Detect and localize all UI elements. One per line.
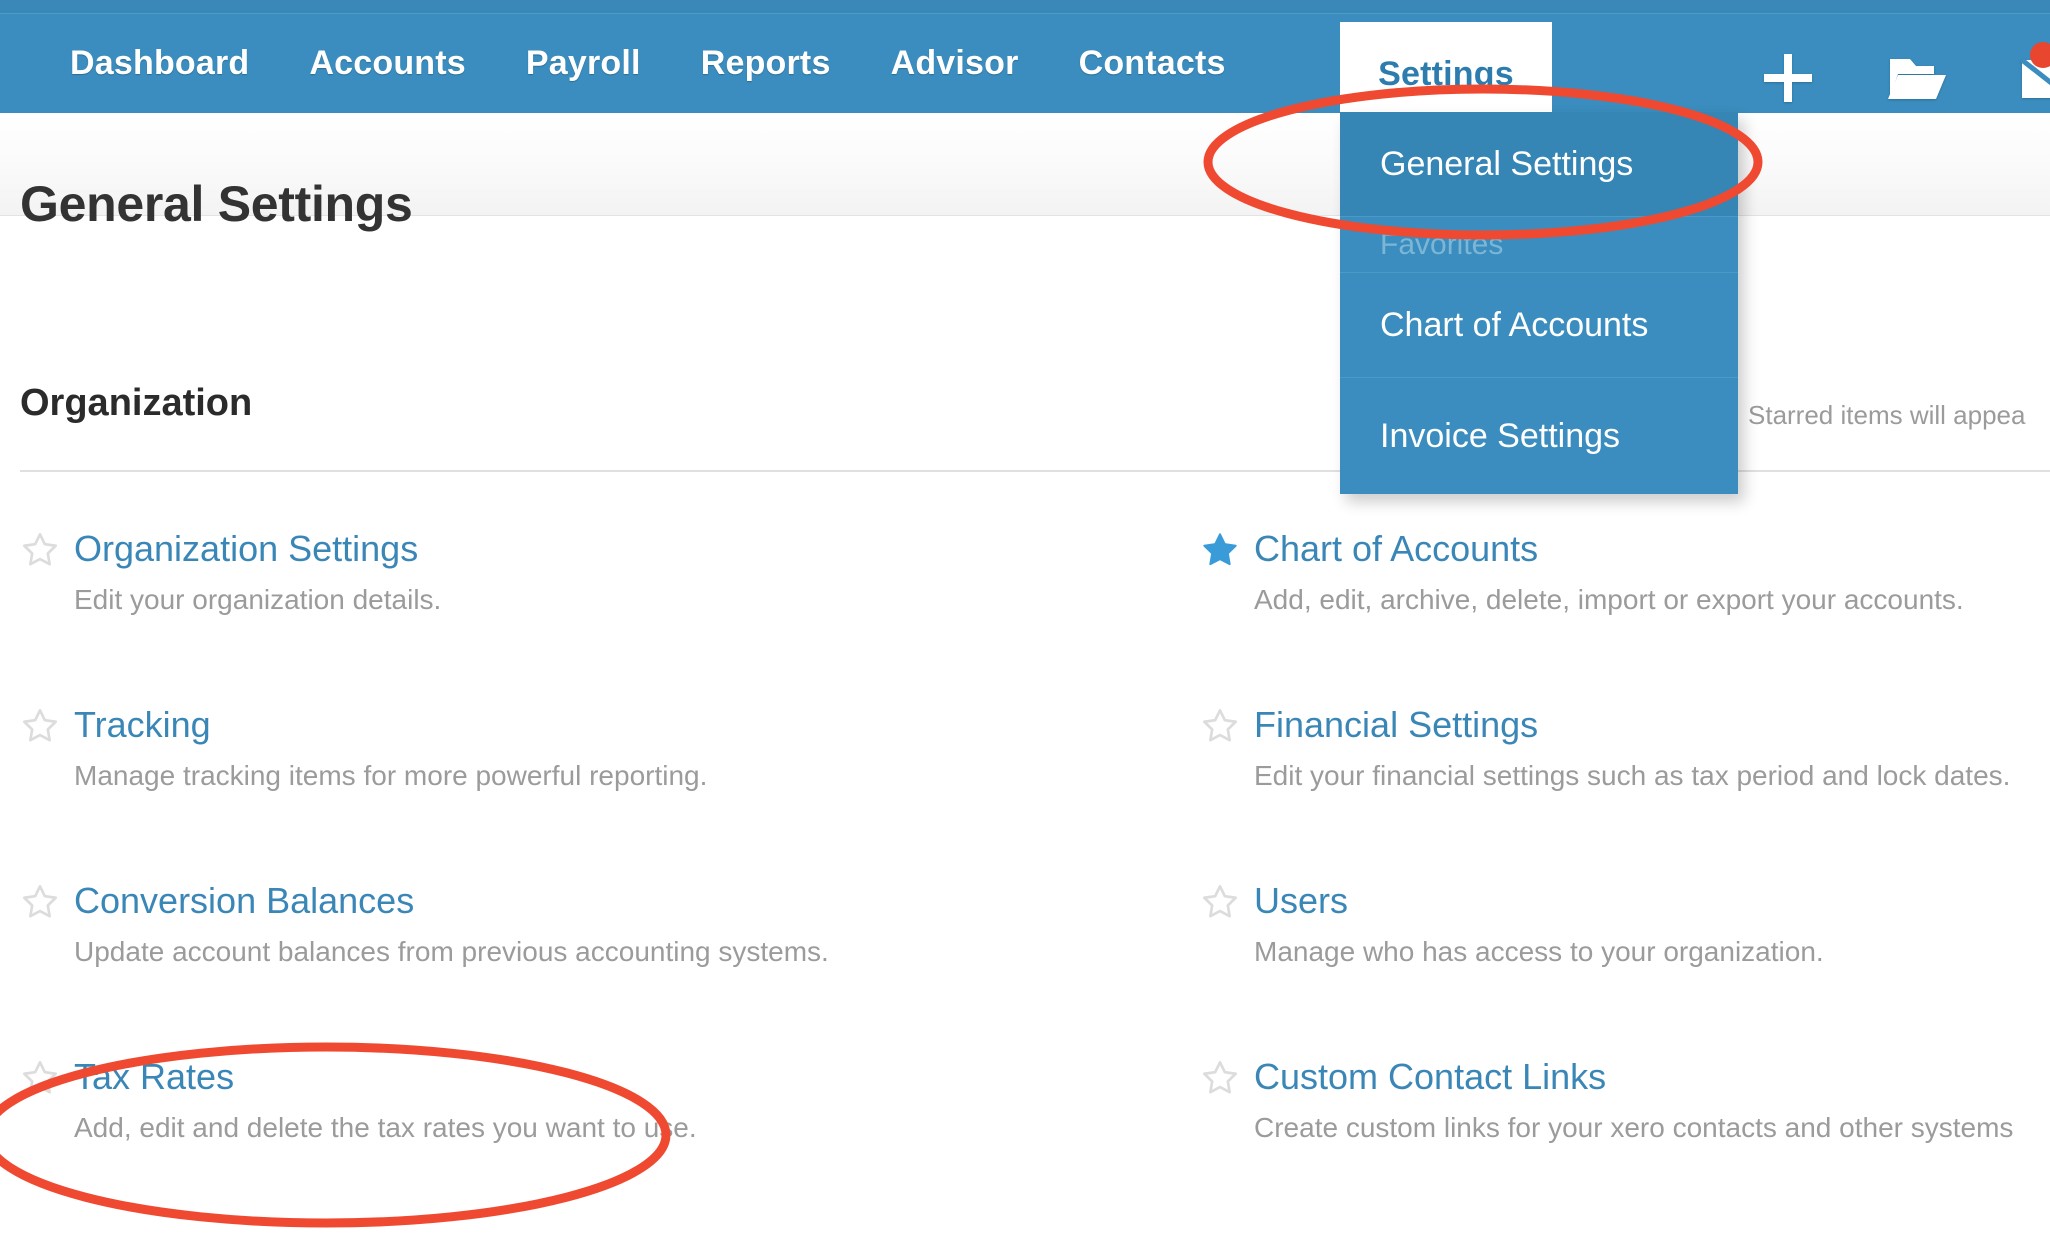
settings-entry: Conversion Balances Update account balanc…	[20, 880, 1200, 1056]
settings-entry: Organization Settings Edit your organizat…	[20, 528, 1200, 704]
star-outline-icon[interactable]	[1200, 882, 1240, 922]
page-title: General Settings	[20, 176, 413, 232]
starred-items-note: Starred items will appea	[1748, 400, 2026, 430]
nav-item-contacts[interactable]: Contacts	[1049, 14, 1256, 113]
settings-link[interactable]: Financial Settings	[1254, 704, 1538, 746]
star-outline-icon[interactable]	[1200, 1058, 1240, 1098]
dropdown-item-invoice-settings-label: Invoice Settings	[1380, 416, 1621, 455]
dropdown-item-invoice-settings[interactable]: Invoice Settings	[1340, 378, 1738, 494]
mail-unread-badge	[2030, 42, 2050, 68]
settings-description: Add, edit and delete the tax rates you w…	[74, 1112, 697, 1143]
settings-entry-head: Conversion Balances	[20, 880, 1200, 922]
nav-item-advisor[interactable]: Advisor	[861, 14, 1049, 113]
settings-entry-head: Users	[1200, 880, 2050, 922]
settings-link[interactable]: Conversion Balances	[74, 880, 414, 922]
settings-link[interactable]: Chart of Accounts	[1254, 528, 1538, 570]
settings-link[interactable]: Custom Contact Links	[1254, 1056, 1606, 1098]
settings-column-left: Organization Settings Edit your organizat…	[20, 528, 1200, 1232]
settings-link[interactable]: Users	[1254, 880, 1348, 922]
plus-icon[interactable]	[1760, 50, 1816, 106]
nav-item-reports[interactable]: Reports	[671, 14, 861, 113]
nav-item-settings-label: Settings	[1378, 55, 1514, 93]
settings-entry: Tracking Manage tracking items for more p…	[20, 704, 1200, 880]
app-root: Dashboard Accounts Payroll Reports Advisor Co…	[0, 0, 2050, 1234]
star-filled-icon[interactable]	[1200, 530, 1240, 570]
nav-item-dashboard[interactable]: Dashboard	[40, 14, 279, 113]
settings-entry: Users Manage who has access to your organ…	[1200, 880, 2050, 1056]
nav-item-payroll[interactable]: Payroll	[496, 14, 671, 113]
dropdown-section-favorites-label: Favorites	[1380, 227, 1504, 261]
settings-dropdown-menu: General Settings Favorites Chart of Acco…	[1340, 112, 1738, 494]
settings-link[interactable]: Tax Rates	[74, 1056, 234, 1098]
dropdown-item-general-settings[interactable]: General Settings	[1340, 112, 1738, 217]
star-outline-icon[interactable]	[20, 530, 60, 570]
section-divider	[20, 470, 2050, 472]
settings-entry: Custom Contact Links Create custom links …	[1200, 1056, 2050, 1232]
settings-column-right: Chart of Accounts Add, edit, archive, del…	[1200, 528, 2050, 1232]
star-outline-icon[interactable]	[20, 882, 60, 922]
settings-description: Manage tracking items for more powerful …	[74, 760, 708, 791]
settings-entry: Financial Settings Edit your financial se…	[1200, 704, 2050, 880]
main-navigation-bar: Dashboard Accounts Payroll Reports Advisor Co…	[0, 14, 2050, 127]
dropdown-section-favorites: Favorites	[1340, 217, 1738, 273]
nav-items-list: Dashboard Accounts Payroll Reports Advisor Co…	[40, 14, 1256, 113]
settings-description: Edit your financial settings such as tax…	[1254, 760, 2011, 791]
settings-entry-head: Financial Settings	[1200, 704, 2050, 746]
section-heading-organization: Organization	[20, 382, 253, 424]
settings-description: Create custom links for your xero contac…	[1254, 1112, 2014, 1143]
settings-entry-head: Tracking	[20, 704, 1200, 746]
folder-icon[interactable]	[1888, 53, 1948, 103]
settings-entry-head: Organization Settings	[20, 528, 1200, 570]
star-outline-icon[interactable]	[20, 706, 60, 746]
settings-entry-head: Custom Contact Links	[1200, 1056, 2050, 1098]
settings-description: Add, edit, archive, delete, import or ex…	[1254, 584, 1964, 615]
settings-link[interactable]: Tracking	[74, 704, 211, 746]
settings-description: Update account balances from previous ac…	[74, 936, 829, 967]
settings-entry-head: Chart of Accounts	[1200, 528, 2050, 570]
settings-link[interactable]: Organization Settings	[74, 528, 418, 570]
dropdown-item-chart-of-accounts-label: Chart of Accounts	[1380, 305, 1649, 344]
settings-description: Manage who has access to your organizati…	[1254, 936, 1824, 967]
dropdown-item-general-settings-label: General Settings	[1380, 144, 1634, 183]
settings-entry-head: Tax Rates	[20, 1056, 1200, 1098]
settings-entry: Tax Rates Add, edit and delete the tax ra…	[20, 1056, 1200, 1232]
top-accent-strip	[0, 0, 2050, 14]
nav-item-accounts[interactable]: Accounts	[279, 14, 496, 113]
star-outline-icon[interactable]	[20, 1058, 60, 1098]
star-outline-icon[interactable]	[1200, 706, 1240, 746]
settings-entry: Chart of Accounts Add, edit, archive, del…	[1200, 528, 2050, 704]
settings-description: Edit your organization details.	[74, 584, 442, 615]
dropdown-item-chart-of-accounts[interactable]: Chart of Accounts	[1340, 273, 1738, 378]
